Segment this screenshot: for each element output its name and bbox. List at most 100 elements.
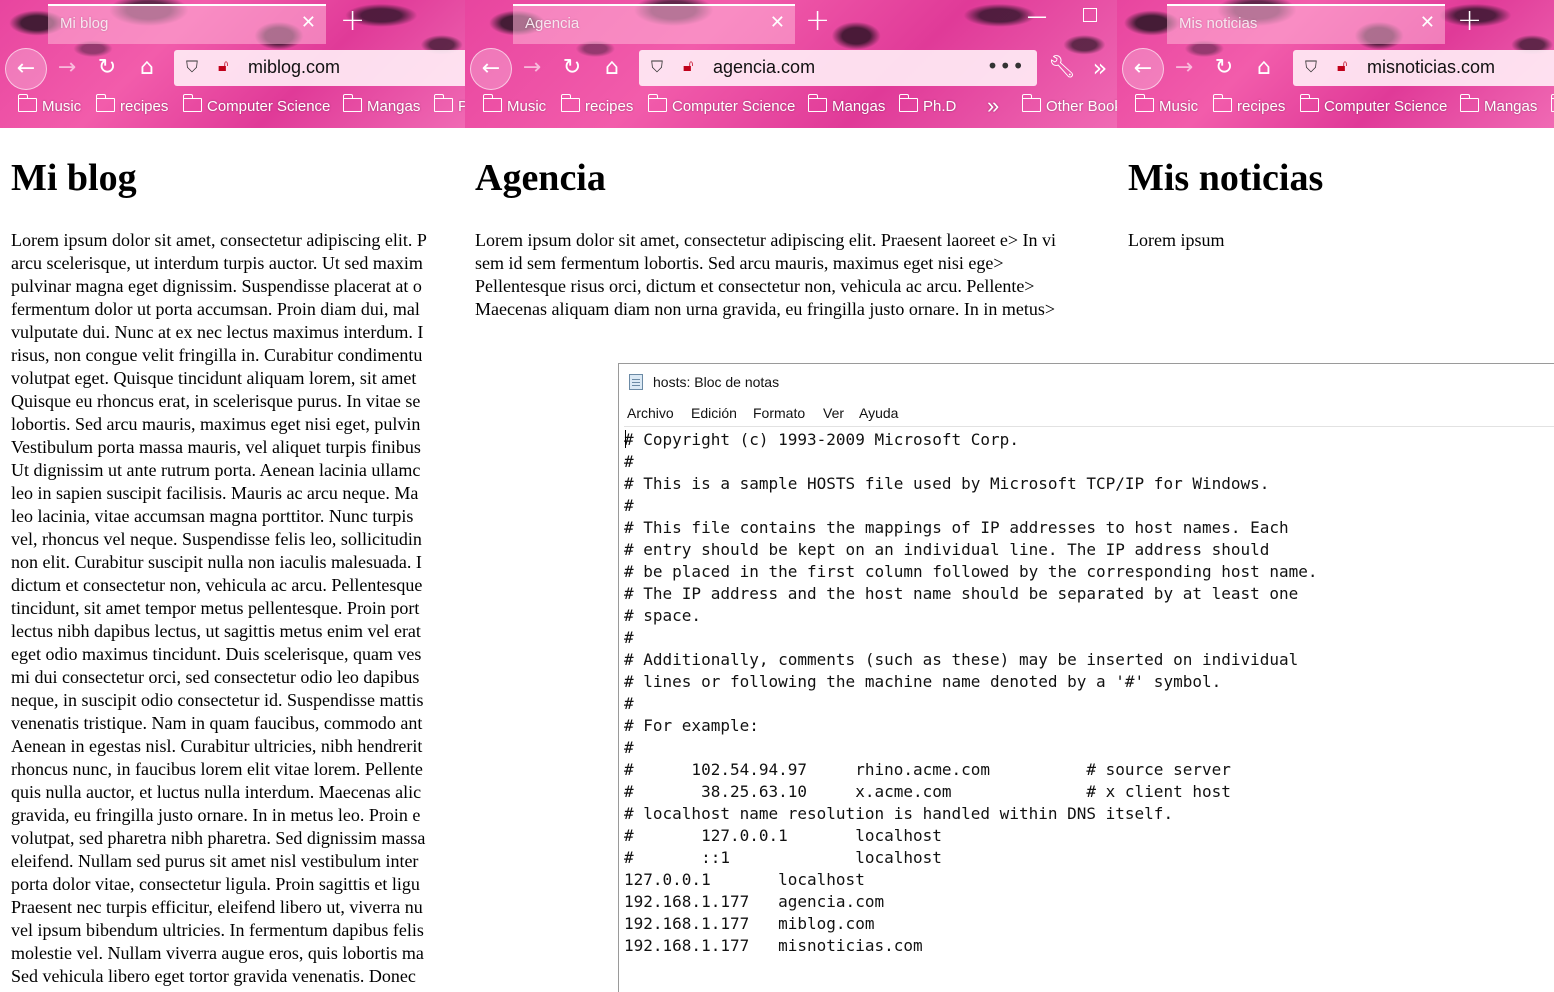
menu-ver[interactable]: Ver <box>823 405 844 421</box>
address-bar[interactable]: ⛉ 🔓︎ agencia.com ••• <box>639 50 1037 86</box>
bookmark-folder-mangas[interactable]: Mangas <box>342 94 420 115</box>
folder-icon <box>342 94 362 112</box>
text-editor-area[interactable]: # Copyright (c) 1993-2009 Microsoft Corp… <box>624 426 1554 992</box>
overflow-menu-icon[interactable]: » <box>1083 51 1117 85</box>
close-tab-icon[interactable]: ✕ <box>1420 14 1435 32</box>
paragraph-line: vel ipsum bibendum ultricies. In ferment… <box>11 920 424 940</box>
menu-edicion[interactable]: Edición <box>691 405 737 421</box>
tab-agencia[interactable]: Agencia ✕ <box>513 4 795 44</box>
paragraph-line: leo lacinia, vitae accumsan magna portti… <box>11 506 414 526</box>
bookmark-folder-mangas[interactable]: Mangas <box>807 94 885 115</box>
hosts-file-line: # entry should be kept on an individual … <box>624 540 1270 559</box>
hosts-file-line: # lines or following the machine name de… <box>624 672 1222 691</box>
page-paragraph: Lorem ipsum <box>1128 229 1225 252</box>
page-actions-icon[interactable]: ••• <box>987 54 1025 78</box>
paragraph-line: Maecenas aliquam diam non urna gravida, … <box>475 299 1055 319</box>
hosts-file-line: # Additionally, comments (such as these)… <box>624 650 1299 669</box>
url-text[interactable]: misnoticias.com <box>1367 57 1495 78</box>
hosts-file-line: 192.168.1.177 agencia.com <box>624 892 885 911</box>
insecure-lock-icon[interactable]: 🔓︎ <box>683 56 693 76</box>
notepad-window: hosts: Bloc de notas Archivo Edición For… <box>618 363 1554 992</box>
bookmark-folder-music[interactable]: Music <box>17 94 81 115</box>
paragraph-line: gravida, eu fringilla justo ornare. In i… <box>11 805 421 825</box>
tab-misnoticias[interactable]: Mis noticias ✕ <box>1167 4 1445 44</box>
insecure-lock-icon[interactable]: 🔓︎ <box>218 56 228 76</box>
forward-arrow-icon[interactable]: → <box>515 51 549 85</box>
bookmark-folder-other[interactable]: Other Bookmarks <box>1021 94 1117 115</box>
url-text[interactable]: agencia.com <box>713 57 815 78</box>
paragraph-line: risus, non congue velit fringilla in. Cu… <box>11 345 423 365</box>
back-arrow-icon[interactable]: ← <box>470 48 512 90</box>
home-icon[interactable]: ⌂ <box>595 51 629 85</box>
bookmark-folder-mangas[interactable]: Mangas <box>1459 94 1537 115</box>
wrench-icon[interactable]: 🔧︎ <box>1045 51 1079 85</box>
reload-icon[interactable]: ↻ <box>1207 51 1241 85</box>
browser-chrome: Agencia ✕ + — ← → ↻ ⌂ ⛉ 🔓︎ agencia.com •… <box>465 0 1117 128</box>
bookmark-folder-computer-science[interactable]: Computer Science <box>1299 94 1447 115</box>
shield-icon[interactable]: ⛉ <box>186 57 198 77</box>
address-bar[interactable]: ⛉ 🔓︎ misnoticias.com <box>1293 50 1554 86</box>
bookmark-folder-recipes[interactable]: recipes <box>1212 94 1285 115</box>
home-icon[interactable]: ⌂ <box>130 51 164 85</box>
paragraph-line: Lorem ipsum dolor sit amet, consectetur … <box>11 230 427 250</box>
back-arrow-icon[interactable]: ← <box>5 48 47 90</box>
paragraph-line: neque, in suscipit odio consectetur id. … <box>11 690 424 710</box>
new-tab-icon[interactable]: + <box>805 6 830 36</box>
hosts-file-line: # localhost name resolution is handled w… <box>624 804 1174 823</box>
shield-icon[interactable]: ⛉ <box>1305 57 1317 77</box>
url-text[interactable]: miblog.com <box>248 57 340 78</box>
folder-icon <box>807 94 827 112</box>
bookmark-folder-computer-science[interactable]: Computer Science <box>647 94 795 115</box>
paragraph-line: vel, rhoncus vel neque. Suspendisse feli… <box>11 529 422 549</box>
window-title: hosts: Bloc de notas <box>653 374 780 390</box>
bookmark-folder-recipes[interactable]: recipes <box>560 94 633 115</box>
navigation-toolbar: ← → ↻ ⌂ ⛉ 🔓︎ agencia.com ••• 🔧︎ » <box>465 46 1117 90</box>
hosts-file-line: # 127.0.0.1 localhost <box>624 826 942 845</box>
bookmark-folder-partial[interactable]: P <box>433 94 465 115</box>
new-tab-icon[interactable]: + <box>1457 6 1482 36</box>
paragraph-line: lobortis. Sed arcu mauris, maximus eget … <box>11 414 421 434</box>
bookmark-folder-music[interactable]: Music <box>1134 94 1198 115</box>
page-heading: Mis noticias <box>1128 157 1324 199</box>
paragraph-line: Praesent nec turpis efficitur, eleifend … <box>11 897 423 917</box>
address-bar[interactable]: ⛉ 🔓︎ miblog.com <box>174 50 465 86</box>
paragraph-line: lectus nibh dapibus lectus, ut sagittis … <box>11 621 421 641</box>
menu-archivo[interactable]: Archivo <box>627 405 674 421</box>
paragraph-line: sem id sem fermentum lobortis. Sed arcu … <box>475 253 1004 273</box>
hosts-file-line: # Copyright (c) 1993-2009 Microsoft Corp… <box>624 430 1019 449</box>
forward-arrow-icon[interactable]: → <box>50 51 84 85</box>
menu-formato[interactable]: Formato <box>753 405 805 421</box>
bookmark-folder-computer-science[interactable]: Computer Science <box>182 94 330 115</box>
bookmark-folder-recipes[interactable]: recipes <box>95 94 168 115</box>
tab-miblog[interactable]: Mi blog ✕ <box>48 4 326 44</box>
paragraph-line: eget odio maximus tincidunt. Duis sceler… <box>11 644 422 664</box>
insecure-lock-icon[interactable]: 🔓︎ <box>1337 56 1347 76</box>
maximize-window-icon[interactable] <box>1083 8 1097 22</box>
text-caret <box>625 430 626 448</box>
home-icon[interactable]: ⌂ <box>1247 51 1281 85</box>
folder-icon <box>482 94 502 112</box>
paragraph-line: Lorem ipsum dolor sit amet, consectetur … <box>475 230 1056 250</box>
minimize-window-icon[interactable]: — <box>1027 4 1047 28</box>
paragraph-line: dictum et consectetur non, vehicula ac a… <box>11 575 423 595</box>
reload-icon[interactable]: ↻ <box>90 51 124 85</box>
folder-icon <box>647 94 667 112</box>
bookmark-folder-phd[interactable]: Ph.D <box>898 94 956 115</box>
paragraph-line: Lorem ipsum <box>1128 230 1225 250</box>
shield-icon[interactable]: ⛉ <box>651 57 663 77</box>
forward-arrow-icon[interactable]: → <box>1167 51 1201 85</box>
close-tab-icon[interactable]: ✕ <box>770 14 785 32</box>
folder-icon <box>17 94 37 112</box>
browser-chrome: Mis noticias ✕ + ← → ↻ ⌂ ⛉ 🔓︎ misnoticia… <box>1117 0 1554 128</box>
bookmark-folder-music[interactable]: Music <box>482 94 546 115</box>
paragraph-line: Vestibulum porta massa mauris, vel aliqu… <box>11 437 421 457</box>
bookmarks-overflow-icon[interactable]: » <box>987 93 999 119</box>
new-tab-icon[interactable]: + <box>340 6 365 36</box>
close-tab-icon[interactable]: ✕ <box>301 14 316 32</box>
menu-ayuda[interactable]: Ayuda <box>859 405 898 421</box>
back-arrow-icon[interactable]: ← <box>1122 48 1164 90</box>
notepad-titlebar[interactable]: hosts: Bloc de notas <box>619 364 1554 400</box>
folder-icon <box>95 94 115 112</box>
paragraph-line: non elit. Curabitur suscipit nulla non i… <box>11 552 422 572</box>
reload-icon[interactable]: ↻ <box>555 51 589 85</box>
